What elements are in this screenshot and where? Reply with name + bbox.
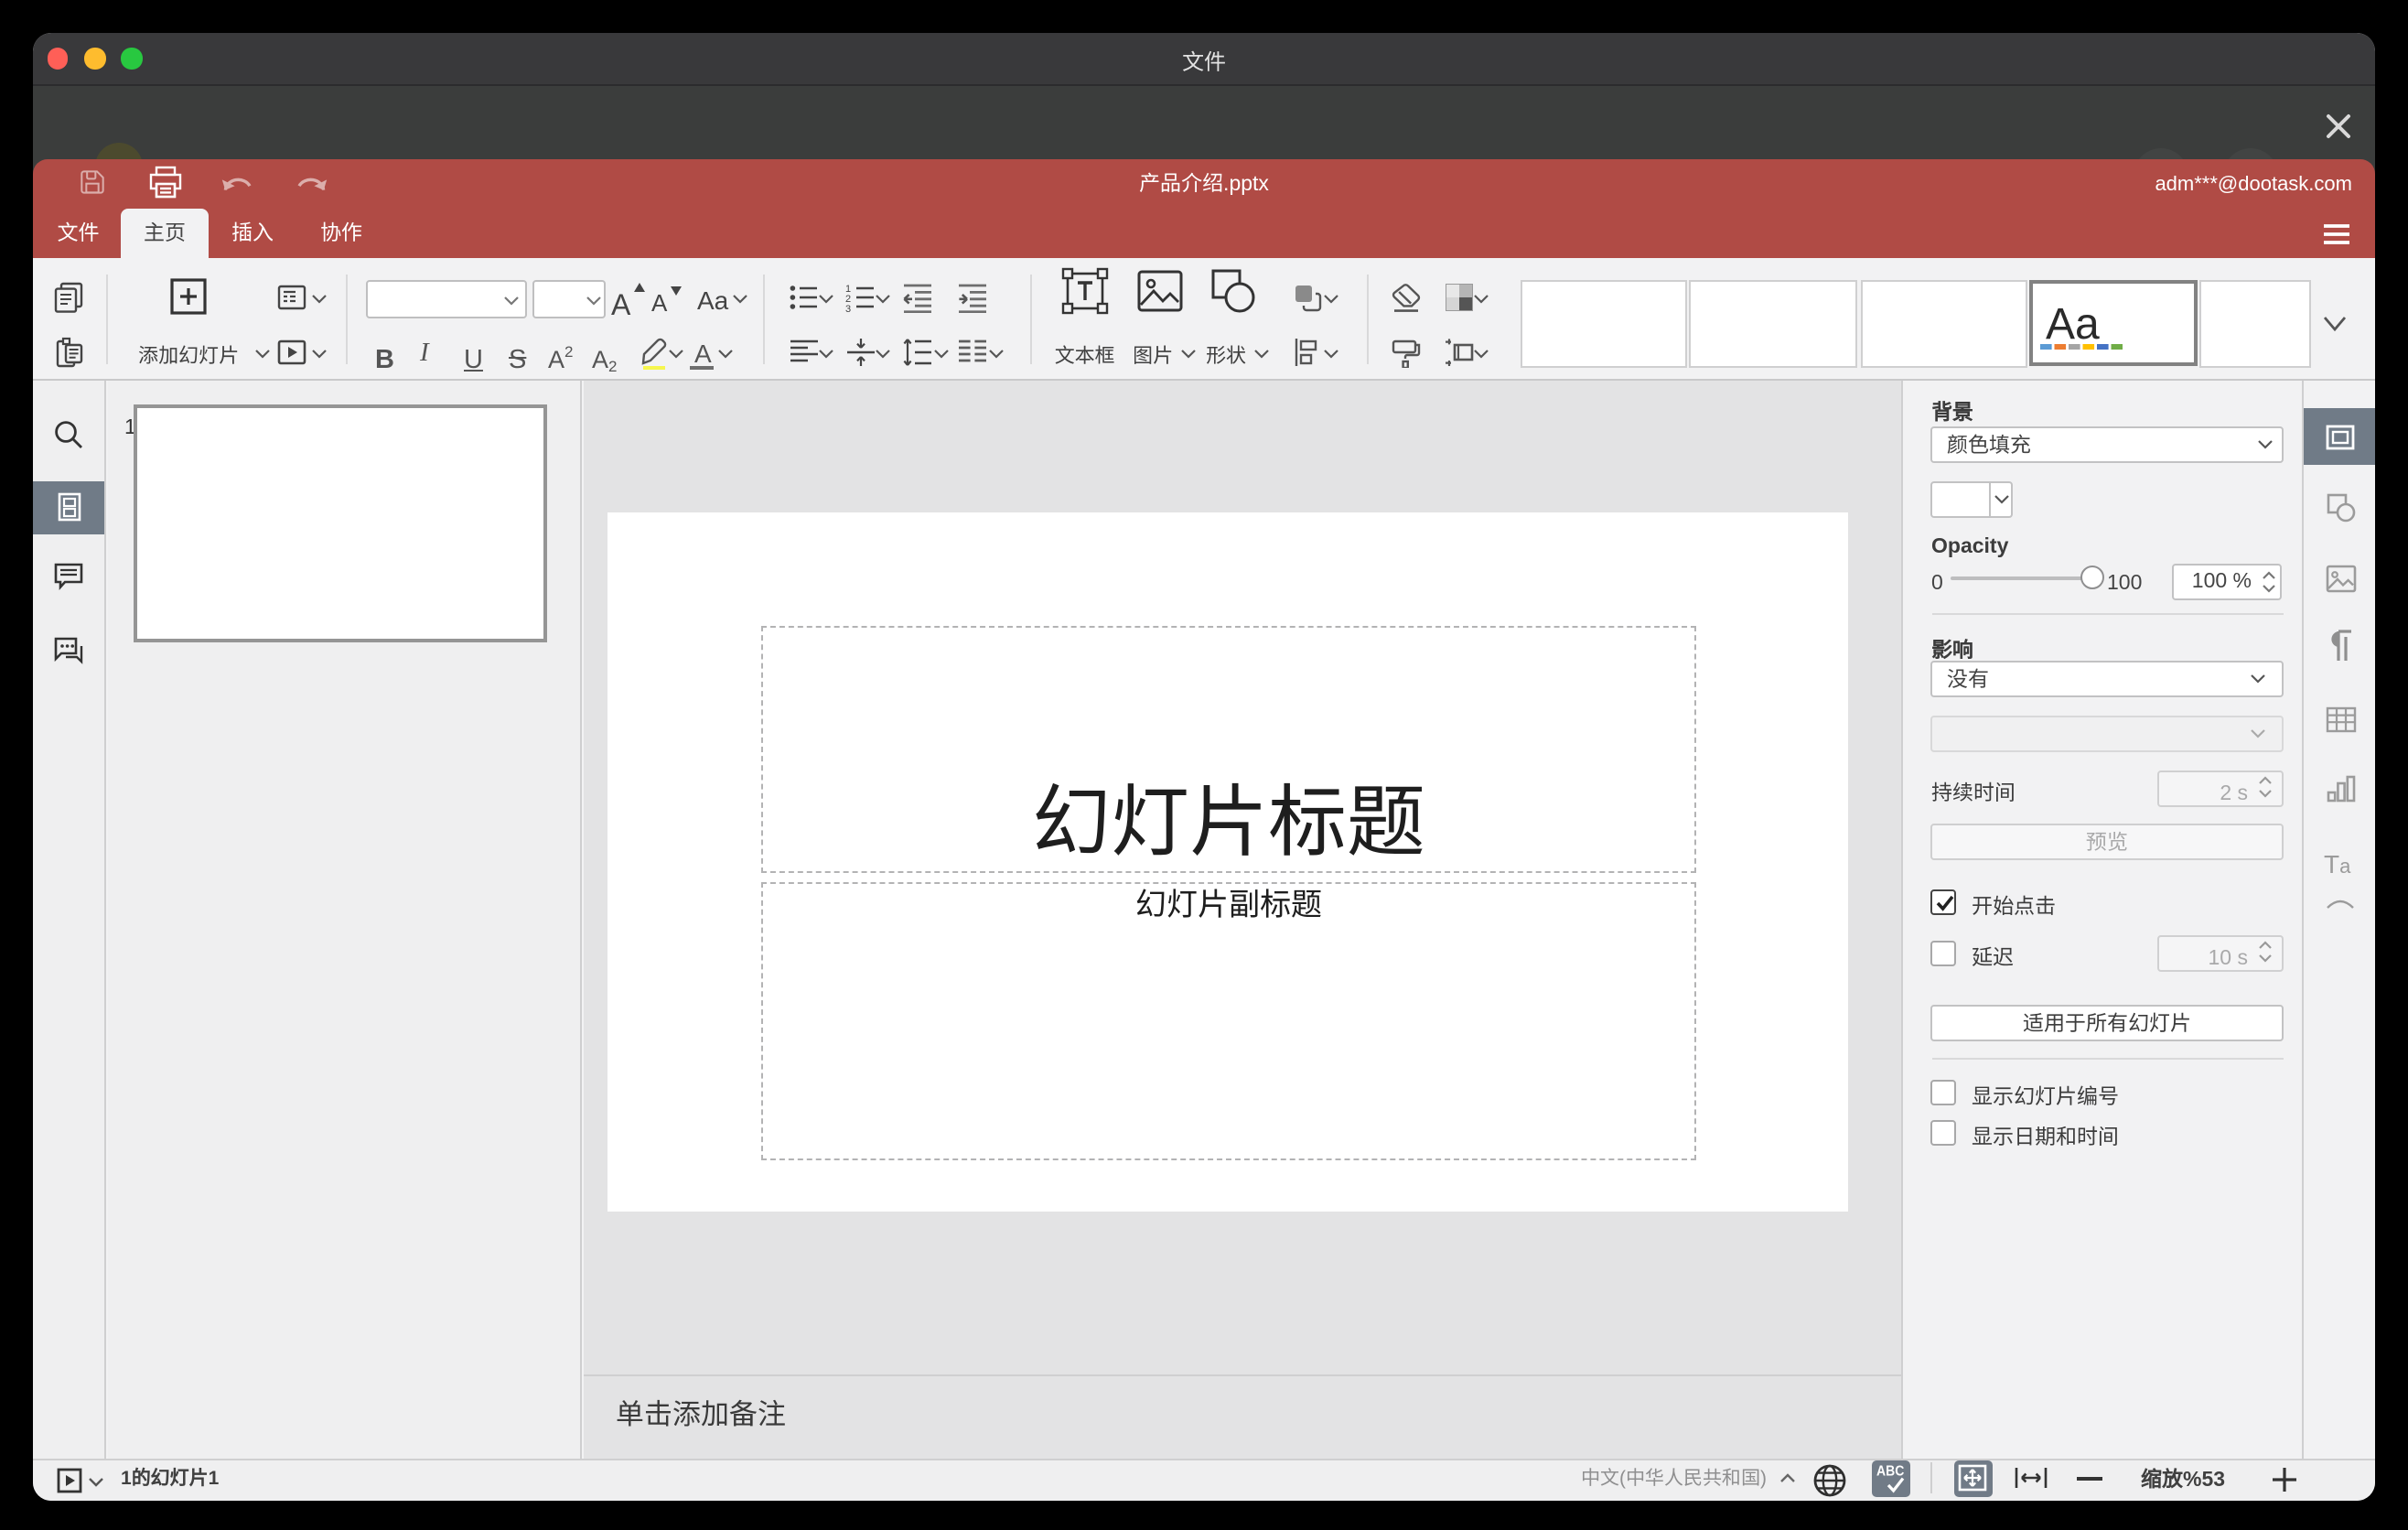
svg-text:3: 3 <box>844 303 850 312</box>
